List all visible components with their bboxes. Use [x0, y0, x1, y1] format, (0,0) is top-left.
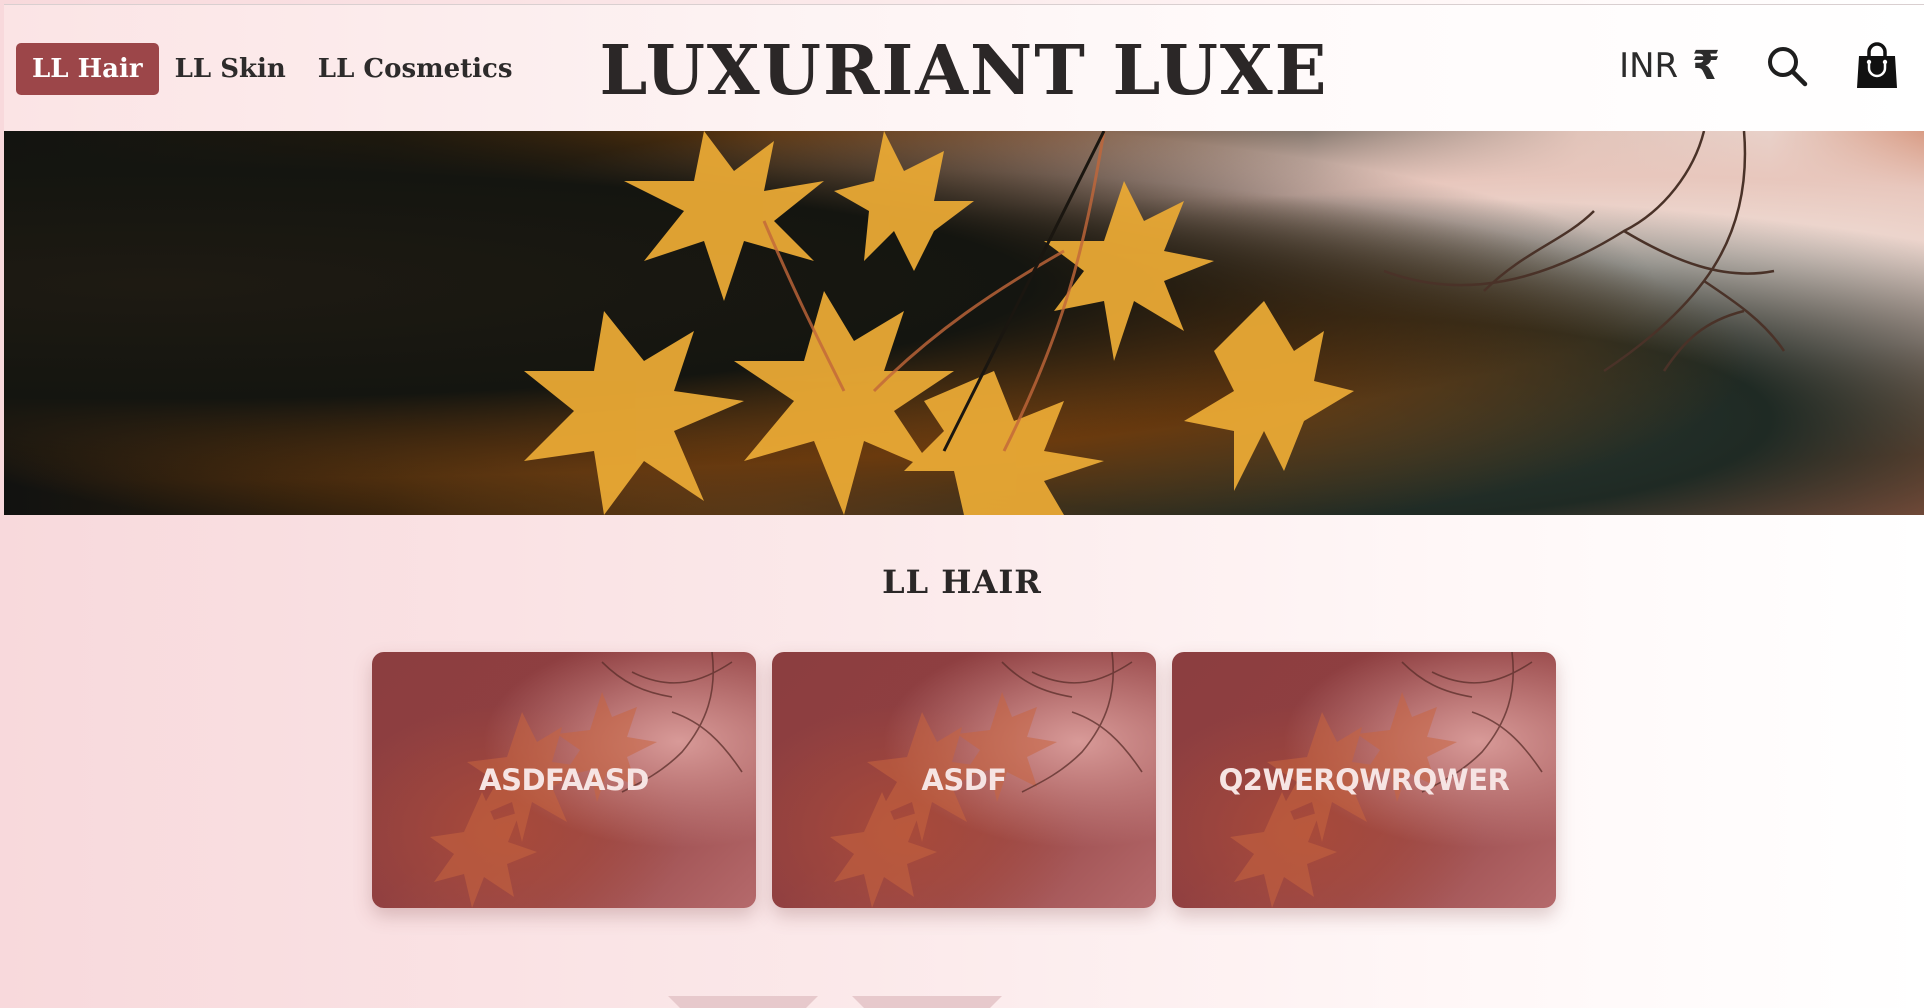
header-actions: INR ₹	[1619, 42, 1900, 89]
nav-item-ll-cosmetics[interactable]: LL Cosmetics	[302, 43, 529, 95]
currency-label: INR	[1619, 46, 1679, 86]
subcategory-card[interactable]: ASDFAASD	[372, 652, 756, 908]
site-header: LL Hair LL Skin LL Cosmetics LUXURIANT L…	[4, 4, 1924, 131]
shopping-bag-icon[interactable]	[1854, 42, 1900, 89]
card-label: ASDFAASD	[479, 763, 649, 797]
autumn-leaves-illustration	[524, 131, 1786, 515]
category-nav: LL Hair LL Skin LL Cosmetics	[16, 43, 529, 95]
subcategory-card[interactable]: Q2WERQWRQWER	[1172, 652, 1556, 908]
currency-selector[interactable]: INR ₹	[1619, 43, 1720, 89]
search-icon[interactable]	[1764, 43, 1810, 89]
decorative-divider	[668, 996, 818, 1008]
nav-item-ll-skin[interactable]: LL Skin	[159, 43, 302, 95]
card-label: Q2WERQWRQWER	[1218, 763, 1510, 797]
subcategory-cards: ASDFAASD ASDF Q2WERQWRQWER	[372, 652, 1556, 908]
page: LL Hair LL Skin LL Cosmetics LUXURIANT L…	[0, 0, 1924, 1008]
card-label: ASDF	[921, 763, 1007, 797]
currency-symbol: ₹	[1692, 43, 1720, 89]
decorative-divider	[852, 996, 1002, 1008]
hero-banner-image	[4, 131, 1924, 515]
subcategory-card[interactable]: ASDF	[772, 652, 1156, 908]
nav-item-ll-hair[interactable]: LL Hair	[16, 43, 159, 95]
section-title: LL HAIR	[882, 563, 1042, 601]
